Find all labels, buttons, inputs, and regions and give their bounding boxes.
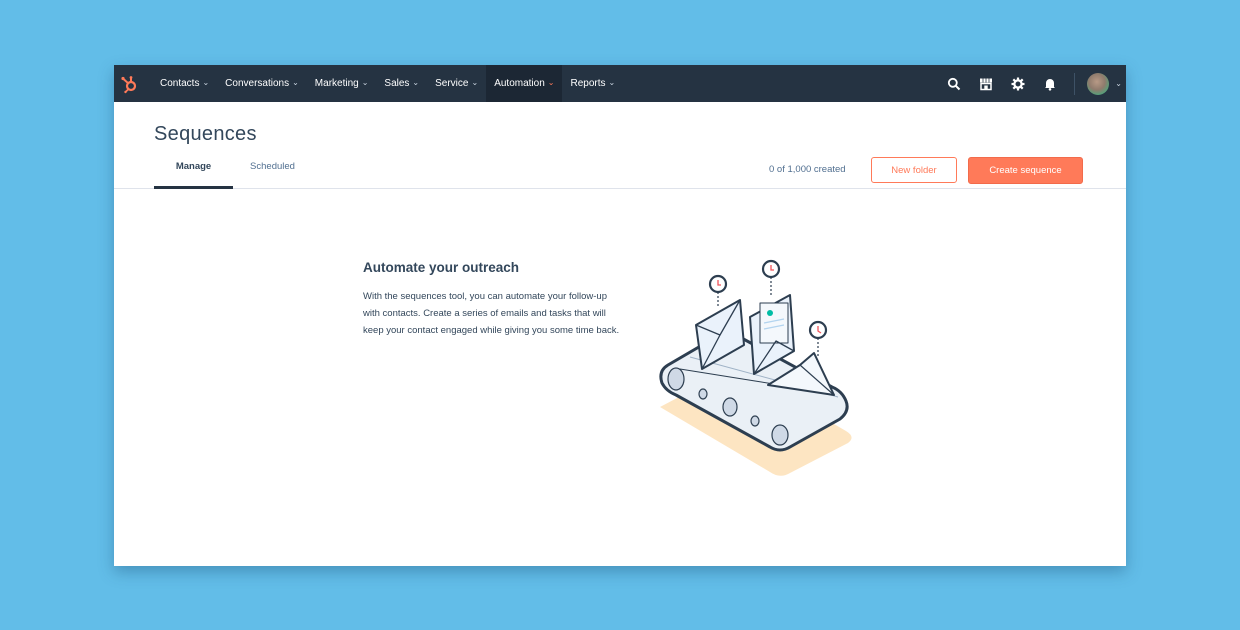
chevron-down-icon: ⌄ bbox=[471, 78, 479, 87]
chevron-down-icon: ⌄ bbox=[608, 78, 616, 87]
nav-item-automation[interactable]: Automation ⌄ bbox=[486, 65, 563, 102]
belt-roller bbox=[722, 397, 738, 417]
sequence-count: 0 of 1,000 created bbox=[769, 164, 846, 175]
nav-item-marketing[interactable]: Marketing ⌄ bbox=[307, 65, 377, 102]
chevron-down-icon[interactable]: ⌄ bbox=[1115, 79, 1122, 88]
belt-roller bbox=[667, 367, 685, 391]
chevron-down-icon: ⌄ bbox=[361, 78, 369, 87]
chevron-down-icon: ⌄ bbox=[412, 78, 420, 87]
new-folder-button[interactable]: New folder bbox=[871, 157, 957, 183]
chevron-down-icon: ⌄ bbox=[547, 78, 555, 87]
chevron-down-icon: ⌄ bbox=[202, 78, 210, 87]
user-avatar[interactable] bbox=[1087, 72, 1110, 95]
nav-item-conversations[interactable]: Conversations ⌄ bbox=[217, 65, 307, 102]
belt-roller bbox=[771, 424, 789, 446]
top-navigation: Contacts ⌄ Conversations ⌄ Marketing ⌄ Sale… bbox=[114, 65, 1126, 102]
belt-roller bbox=[698, 388, 708, 400]
email-conveyor-belt-illustration bbox=[650, 257, 860, 487]
nav-item-sales[interactable]: Sales ⌄ bbox=[376, 65, 427, 102]
app-window: Contacts ⌄ Conversations ⌄ Marketing ⌄ Sale… bbox=[114, 65, 1126, 566]
belt-roller bbox=[750, 415, 760, 427]
notifications-icon[interactable] bbox=[1034, 65, 1066, 102]
create-sequence-button[interactable]: Create sequence bbox=[968, 157, 1083, 184]
settings-icon[interactable] bbox=[1002, 65, 1034, 102]
marketplace-icon[interactable] bbox=[970, 65, 1002, 102]
empty-state-description: With the sequences tool, you can automat… bbox=[363, 291, 620, 336]
tab-manage[interactable]: Manage bbox=[154, 158, 233, 189]
empty-state-title: Automate your outreach bbox=[363, 260, 520, 275]
nav-item-contacts[interactable]: Contacts ⌄ bbox=[152, 65, 217, 102]
tab-bar: Manage Scheduled bbox=[154, 158, 312, 189]
hubspot-logo-icon[interactable] bbox=[114, 65, 144, 102]
search-icon[interactable] bbox=[938, 65, 970, 102]
nav-divider bbox=[1074, 72, 1076, 95]
page-title: Sequences bbox=[154, 123, 257, 145]
nav-item-service[interactable]: Service ⌄ bbox=[427, 65, 486, 102]
tab-scheduled[interactable]: Scheduled bbox=[233, 158, 312, 188]
chevron-down-icon: ⌄ bbox=[292, 78, 299, 87]
page-header: Sequences 0 of 1,000 created New folder … bbox=[114, 102, 1126, 189]
nav-item-reports[interactable]: Reports ⌄ bbox=[562, 65, 623, 102]
